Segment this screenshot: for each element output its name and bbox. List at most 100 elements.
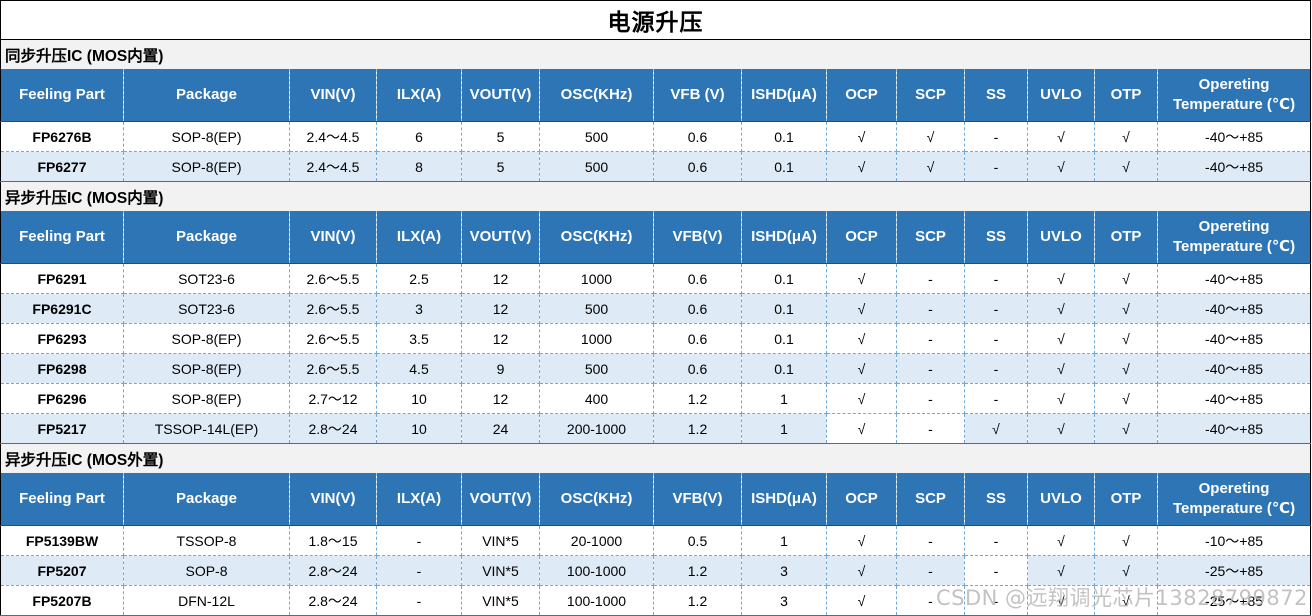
table-cell: 0.6 (653, 121, 742, 152)
column-header: SCP (896, 473, 965, 526)
column-header: ISHD(μA) (741, 473, 827, 526)
table-cell: √ (1027, 151, 1095, 182)
table-cell: -40～+85 (1157, 413, 1312, 444)
table-cell: √ (826, 525, 897, 556)
table-cell: SOP-8(EP) (123, 323, 290, 354)
table-cell: 20-1000 (539, 525, 654, 556)
column-header: VIN(V) (289, 69, 377, 122)
table-cell: 2.4～4.5 (289, 121, 377, 152)
table-cell: -40～+85 (1157, 323, 1312, 354)
part-number: FP6276B (0, 121, 124, 152)
column-header: OSC(KHz) (539, 69, 654, 122)
table-cell: 12 (461, 263, 540, 294)
table-cell: 1.2 (653, 585, 742, 616)
table-cell: 0.1 (741, 121, 827, 152)
column-header: Opereting Temperature (℃) (1157, 69, 1312, 122)
table-cell: √ (826, 585, 897, 616)
table-cell: 0.1 (741, 293, 827, 324)
table-cell: -40～+85 (1157, 151, 1312, 182)
table-cell: -10～+85 (1157, 525, 1312, 556)
column-header: OTP (1094, 211, 1158, 264)
column-header: OSC(KHz) (539, 211, 654, 264)
watermark: CSDN @远翔调光芯片13828799872 (935, 586, 1308, 610)
header-row: Feeling Part Package VIN(V) ILX(A) VOUT(V) OS… (0, 69, 1312, 122)
table-cell: √ (826, 383, 897, 414)
table-cell: √ (1094, 353, 1158, 384)
part-number: FP6298 (0, 353, 124, 384)
table-cell: √ (1094, 293, 1158, 324)
column-header: ILX(A) (376, 211, 462, 264)
table-cell: - (376, 585, 462, 616)
part-number: FP6293 (0, 323, 124, 354)
table-cell: 100-1000 (539, 585, 654, 616)
table-cell: √ (1094, 121, 1158, 152)
table-cell: - (896, 413, 965, 444)
table-cell: 2.7～12 (289, 383, 377, 414)
header-row: Feeling Part Package VIN(V) ILX(A) VOUT(V) OS… (0, 473, 1312, 526)
table-cell: 0.5 (653, 525, 742, 556)
table-cell: 2.8～24 (289, 413, 377, 444)
table-cell: -40～+85 (1157, 353, 1312, 384)
table-cell: 1000 (539, 263, 654, 294)
column-header: SCP (896, 211, 965, 264)
table-cell: 12 (461, 323, 540, 354)
column-header: ILX(A) (376, 69, 462, 122)
table-cell: -25～+85 (1157, 555, 1312, 586)
column-header: VIN(V) (289, 211, 377, 264)
table-cell: √ (1094, 525, 1158, 556)
part-number: FP5207 (0, 555, 124, 586)
table-cell: VIN*5 (461, 585, 540, 616)
table-cell: √ (826, 121, 897, 152)
table-row: FP5207 SOP-8 2.8～24- VIN*5 100-1000 1.2 3 √ - - √ √… (0, 555, 1312, 586)
part-number: FP6291 (0, 263, 124, 294)
table-cell: √ (1094, 413, 1158, 444)
column-header: ISHD(μA) (741, 211, 827, 264)
table-cell: SOP-8 (123, 555, 290, 586)
table-cell: √ (964, 413, 1028, 444)
column-header: Opereting Temperature (℃) (1157, 211, 1312, 264)
table-cell: SOP-8(EP) (123, 121, 290, 152)
table-cell: 200-1000 (539, 413, 654, 444)
table-cell: 10 (376, 383, 462, 414)
table-cell: √ (1027, 353, 1095, 384)
table-cell: - (964, 525, 1028, 556)
table-cell: 4.5 (376, 353, 462, 384)
column-header: VFB(V) (653, 473, 742, 526)
table-row: FP5217 TSSOP-14L(EP) 2.8～24 10 24 200-1000 1.2… (0, 413, 1312, 444)
table-cell: √ (826, 353, 897, 384)
column-header: OCP (826, 473, 897, 526)
table-row: FP6298 SOP-8(EP) 2.6～5.5 4.5 9 500 0.6 0.1 √ - - √ √… (0, 353, 1312, 384)
column-header: OTP (1094, 69, 1158, 122)
column-header: VOUT(V) (461, 211, 540, 264)
table-cell: SOP-8(EP) (123, 353, 290, 384)
header-row: Feeling Part Package VIN(V) ILX(A) VOUT(V) OS… (0, 211, 1312, 264)
table-cell: 0.1 (741, 263, 827, 294)
table-cell: 12 (461, 293, 540, 324)
table-cell: √ (1094, 323, 1158, 354)
section-row: 同步升压IC (MOS内置) (0, 39, 1312, 69)
table-cell: TSSOP-8 (123, 525, 290, 556)
part-number: FP6291C (0, 293, 124, 324)
table-cell: 8 (376, 151, 462, 182)
column-header: SCP (896, 69, 965, 122)
table-cell: √ (896, 151, 965, 182)
table-cell: 2.8～24 (289, 585, 377, 616)
table-cell: 0.6 (653, 151, 742, 182)
column-header: ILX(A) (376, 473, 462, 526)
column-header: Feeling Part (0, 211, 124, 264)
table-cell: √ (1027, 383, 1095, 414)
column-header: VFB(V) (653, 211, 742, 264)
product-table: 电源升压 同步升压IC (MOS内置) Feeling Part Package VI… (0, 0, 1312, 616)
table-cell: 5 (461, 151, 540, 182)
column-header: VFB (V) (653, 69, 742, 122)
table-cell: -40～+85 (1157, 293, 1312, 324)
table-cell: -40～+85 (1157, 383, 1312, 414)
section-row: 异步升压IC (MOS内置) (0, 181, 1312, 211)
table-cell: 2.8～24 (289, 555, 377, 586)
table-cell: 1 (741, 413, 827, 444)
column-header: OCP (826, 211, 897, 264)
table-cell: 1 (741, 525, 827, 556)
column-header: Package (123, 211, 290, 264)
table-cell: √ (1094, 555, 1158, 586)
table-cell: 0.1 (741, 323, 827, 354)
